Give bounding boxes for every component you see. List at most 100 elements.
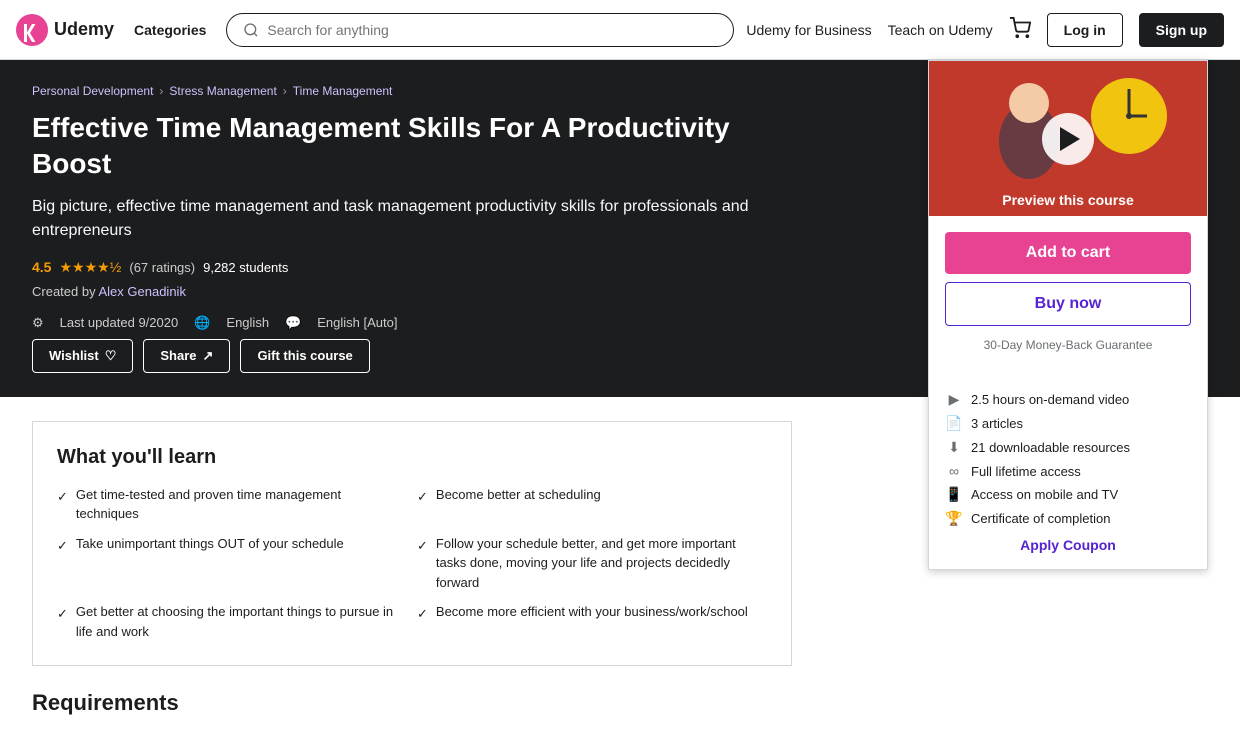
course-subtitle: Big picture, effective time management a…: [32, 195, 792, 243]
share-icon: ↗: [203, 348, 214, 364]
course-preview[interactable]: Preview this course: [929, 61, 1207, 216]
learn-text: Get time-tested and proven time manageme…: [76, 485, 407, 524]
learn-text: Become more efficient with your business…: [436, 602, 748, 622]
card-body: Add to cart Buy now 30-Day Money-Back Gu…: [929, 216, 1207, 569]
hero-content: Personal Development › Stress Management…: [32, 84, 792, 373]
breadcrumb-sep-2: ›: [283, 84, 287, 98]
requirements-section: Requirements: [32, 690, 792, 716]
play-button[interactable]: [1042, 113, 1094, 165]
content-left: What you'll learn ✓ Get time-tested and …: [32, 421, 792, 725]
student-count: 9,282 students: [203, 260, 288, 275]
last-updated-icon: ⚙: [32, 315, 44, 331]
learn-grid: ✓ Get time-tested and proven time manage…: [57, 485, 767, 642]
search-input[interactable]: [267, 22, 717, 38]
check-icon: ✓: [417, 536, 428, 556]
creator-link[interactable]: Alex Genadinik: [99, 284, 186, 299]
list-item: 📄 3 articles: [945, 415, 1191, 432]
rating-count: (67 ratings): [129, 260, 195, 275]
check-icon: ✓: [417, 487, 428, 507]
include-text: Certificate of completion: [971, 511, 1110, 526]
list-item: ✓ Take unimportant things OUT of your sc…: [57, 534, 407, 593]
search-bar: [226, 13, 734, 47]
creator-label: Created by: [32, 284, 96, 299]
action-buttons: Wishlist ♡ Share ↗ Gift this course: [32, 339, 792, 373]
include-text: 2.5 hours on-demand video: [971, 392, 1129, 407]
teach-link[interactable]: Teach on Udemy: [888, 22, 993, 38]
nav-right: Udemy for Business Teach on Udemy Log in…: [746, 13, 1224, 47]
star-icons: ★★★★½: [59, 259, 121, 276]
add-to-cart-button[interactable]: Add to cart: [945, 232, 1191, 274]
list-item: ✓ Become more efficient with your busine…: [417, 602, 767, 641]
globe-icon: 🌐: [194, 315, 210, 331]
list-item: ▶ 2.5 hours on-demand video: [945, 391, 1191, 408]
share-label: Share: [160, 348, 196, 363]
login-button[interactable]: Log in: [1047, 13, 1123, 47]
list-item: ⬇ 21 downloadable resources: [945, 439, 1191, 456]
video-icon: ▶: [945, 391, 963, 408]
gift-label: Gift this course: [257, 348, 352, 363]
list-item: ✓ Follow your schedule better, and get m…: [417, 534, 767, 593]
list-item: ✓ Get time-tested and proven time manage…: [57, 485, 407, 524]
includes-list: ▶ 2.5 hours on-demand video 📄 3 articles ⬇…: [945, 391, 1191, 527]
caption: English [Auto]: [317, 315, 397, 330]
breadcrumb-sep-1: ›: [159, 84, 163, 98]
meta-row: ⚙ Last updated 9/2020 🌐 English 💬 Englis…: [32, 315, 792, 331]
course-title: Effective Time Management Skills For A P…: [32, 110, 792, 183]
preview-label: Preview this course: [929, 192, 1207, 208]
rating-row: 4.5 ★★★★½ (67 ratings) 9,282 students: [32, 259, 792, 276]
last-updated: Last updated 9/2020: [60, 315, 179, 330]
learn-title: What you'll learn: [57, 446, 767, 469]
check-icon: ✓: [417, 604, 428, 624]
logo[interactable]: Udemy: [16, 14, 114, 46]
signup-button[interactable]: Sign up: [1139, 13, 1224, 47]
check-icon: ✓: [57, 487, 68, 507]
gift-button[interactable]: Gift this course: [240, 339, 369, 373]
learn-text: Become better at scheduling: [436, 485, 601, 505]
include-text: 21 downloadable resources: [971, 440, 1130, 455]
caption-icon: 💬: [285, 315, 301, 331]
list-item: ∞ Full lifetime access: [945, 463, 1191, 479]
apply-coupon: Apply Coupon: [945, 537, 1191, 553]
certificate-icon: 🏆: [945, 510, 963, 527]
list-item: ✓ Become better at scheduling: [417, 485, 767, 524]
learn-box: What you'll learn ✓ Get time-tested and …: [32, 421, 792, 667]
hero-section: Personal Development › Stress Management…: [0, 60, 1240, 397]
include-text: Access on mobile and TV: [971, 487, 1118, 502]
creator-row: Created by Alex Genadinik: [32, 284, 792, 299]
check-icon: ✓: [57, 536, 68, 556]
breadcrumb-stress[interactable]: Stress Management: [169, 84, 276, 98]
breadcrumb-personal[interactable]: Personal Development: [32, 84, 153, 98]
heart-icon: ♡: [105, 348, 117, 364]
buy-now-button[interactable]: Buy now: [945, 282, 1191, 326]
wishlist-label: Wishlist: [49, 348, 99, 363]
check-icon: ✓: [57, 604, 68, 624]
lifetime-icon: ∞: [945, 463, 963, 479]
list-item: 🏆 Certificate of completion: [945, 510, 1191, 527]
business-link[interactable]: Udemy for Business: [746, 22, 871, 38]
list-item: 📱 Access on mobile and TV: [945, 486, 1191, 503]
search-icon: [243, 22, 259, 38]
logo-text: Udemy: [54, 19, 114, 40]
article-icon: 📄: [945, 415, 963, 432]
download-icon: ⬇: [945, 439, 963, 456]
course-card: Preview this course Add to cart Buy now …: [928, 60, 1208, 570]
mobile-icon: 📱: [945, 486, 963, 503]
rating-number: 4.5: [32, 259, 51, 275]
learn-text: Get better at choosing the important thi…: [76, 602, 407, 641]
navbar: Udemy Categories Udemy for Business Teac…: [0, 0, 1240, 60]
apply-coupon-link[interactable]: Apply Coupon: [1020, 537, 1116, 553]
play-triangle-icon: [1060, 127, 1080, 151]
categories-nav[interactable]: Categories: [126, 18, 214, 42]
learn-text: Take unimportant things OUT of your sche…: [76, 534, 344, 554]
include-text: Full lifetime access: [971, 464, 1081, 479]
guarantee-text: 30-Day Money-Back Guarantee: [945, 338, 1191, 352]
breadcrumb-time[interactable]: Time Management: [293, 84, 393, 98]
share-button[interactable]: Share ↗: [143, 339, 230, 373]
wishlist-button[interactable]: Wishlist ♡: [32, 339, 133, 373]
include-text: 3 articles: [971, 416, 1023, 431]
list-item: ✓ Get better at choosing the important t…: [57, 602, 407, 641]
breadcrumb: Personal Development › Stress Management…: [32, 84, 792, 98]
learn-text: Follow your schedule better, and get mor…: [436, 534, 767, 593]
udemy-logo-icon: [16, 14, 48, 46]
cart-icon[interactable]: [1009, 17, 1031, 42]
